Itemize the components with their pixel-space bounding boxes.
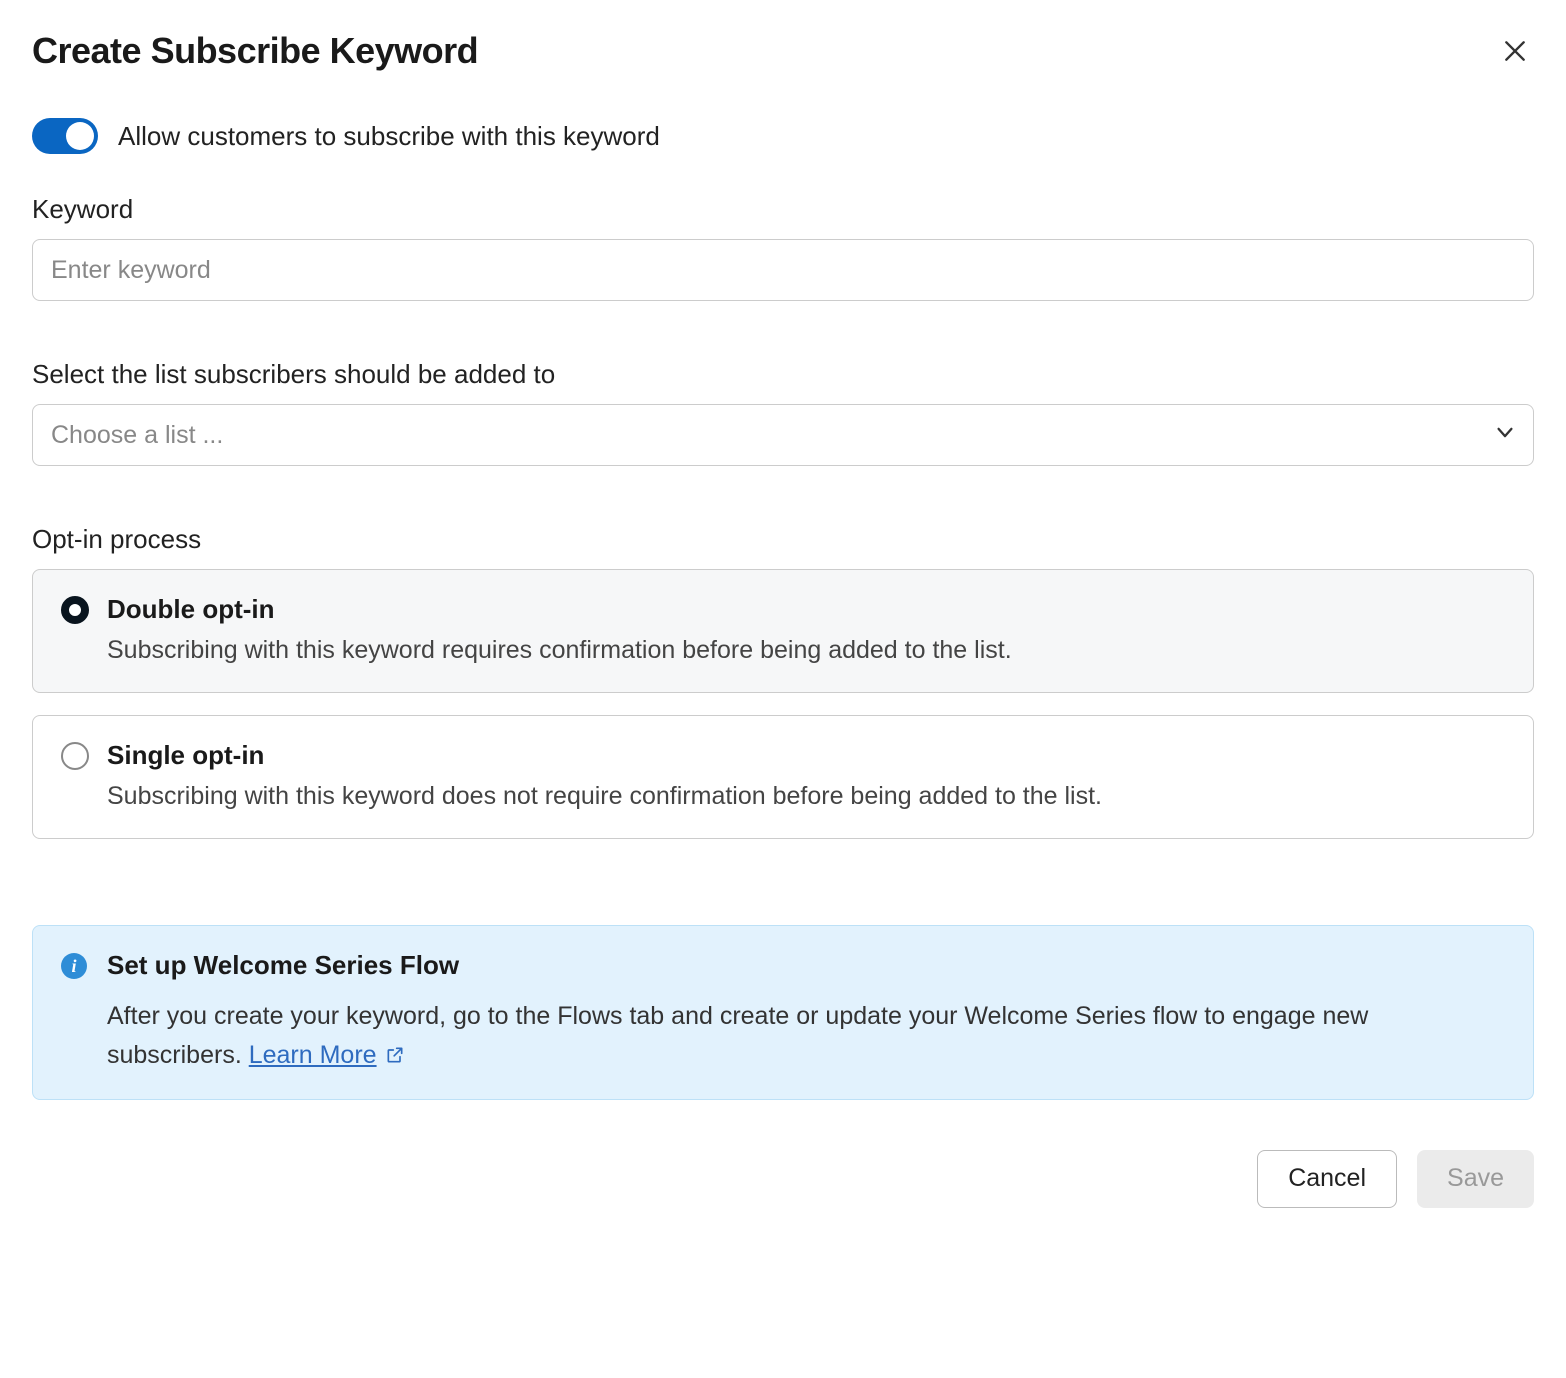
dialog-header: Create Subscribe Keyword: [32, 30, 1534, 72]
dialog-footer: Cancel Save: [32, 1150, 1534, 1208]
external-link-icon: [385, 1045, 405, 1065]
alert-body: After you create your keyword, go to the…: [107, 997, 1505, 1075]
learn-more-text: Learn More: [249, 1036, 377, 1075]
allow-subscribe-toggle[interactable]: [32, 118, 98, 154]
list-select[interactable]: Choose a list ...: [32, 404, 1534, 466]
toggle-knob: [66, 122, 94, 150]
alert-title: Set up Welcome Series Flow: [107, 950, 1505, 981]
close-button[interactable]: [1496, 32, 1534, 70]
allow-subscribe-label: Allow customers to subscribe with this k…: [118, 121, 660, 152]
optin-single-content: Single opt-in Subscribing with this keyw…: [107, 740, 1505, 814]
list-label: Select the list subscribers should be ad…: [32, 359, 1534, 390]
optin-option-single[interactable]: Single opt-in Subscribing with this keyw…: [32, 715, 1534, 839]
optin-double-content: Double opt-in Subscribing with this keyw…: [107, 594, 1505, 668]
list-select-placeholder: Choose a list ...: [51, 421, 223, 450]
optin-double-description: Subscribing with this keyword requires c…: [107, 633, 1505, 668]
radio-unchecked-icon: [61, 742, 89, 770]
keyword-input[interactable]: [32, 239, 1534, 301]
list-field-group: Select the list subscribers should be ad…: [32, 359, 1534, 466]
keyword-label: Keyword: [32, 194, 1534, 225]
optin-section: Opt-in process Double opt-in Subscribing…: [32, 524, 1534, 839]
allow-subscribe-row: Allow customers to subscribe with this k…: [32, 118, 1534, 154]
optin-single-description: Subscribing with this keyword does not r…: [107, 779, 1505, 814]
optin-option-double[interactable]: Double opt-in Subscribing with this keyw…: [32, 569, 1534, 693]
list-select-wrap: Choose a list ...: [32, 404, 1534, 466]
info-icon: i: [61, 953, 87, 979]
save-button[interactable]: Save: [1417, 1150, 1534, 1208]
welcome-series-alert: i Set up Welcome Series Flow After you c…: [32, 925, 1534, 1100]
keyword-field-group: Keyword: [32, 194, 1534, 301]
radio-checked-icon: [61, 596, 89, 624]
alert-content: Set up Welcome Series Flow After you cre…: [107, 950, 1505, 1075]
cancel-button[interactable]: Cancel: [1257, 1150, 1397, 1208]
learn-more-link[interactable]: Learn More: [249, 1036, 405, 1075]
optin-single-title: Single opt-in: [107, 740, 1505, 771]
dialog-title: Create Subscribe Keyword: [32, 30, 478, 72]
close-icon: [1502, 38, 1528, 64]
optin-section-label: Opt-in process: [32, 524, 1534, 555]
optin-double-title: Double opt-in: [107, 594, 1505, 625]
